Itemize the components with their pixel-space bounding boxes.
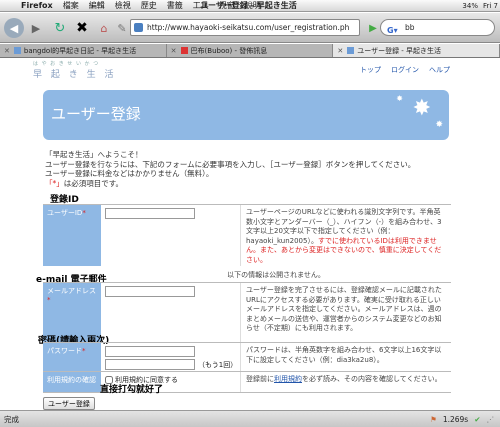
menu-file[interactable]: 檔案 [58,0,84,11]
logo-reading: は や お き せ い か つ [33,61,100,67]
tab-favicon-icon [180,47,188,54]
page-content: は や お き せ い か つ 早 起 き 生 活 トップ ログイン ヘルプ ユ… [0,58,500,410]
tab-bar: ✕ bangdol的早起き日記 - 早起き生活 ✕ 巴布(Buboo) - 發佈… [0,44,500,58]
top-links: トップ ログイン ヘルプ [360,65,450,75]
required-note: は必須項目です。 [63,178,123,188]
register-button[interactable]: ユーザー登録 [43,397,95,410]
tab-favicon-icon [13,47,21,54]
star-icon: ✸ [396,94,403,103]
userid-label: ユーザーID* [43,205,101,266]
forward-icon[interactable]: ▶ [26,18,46,38]
resize-grip-icon[interactable]: ⋰ [487,415,495,424]
password-input[interactable] [105,346,195,357]
search-engine-icon[interactable]: G▾ [387,23,398,38]
search-text: bb [405,23,415,32]
link-login[interactable]: ログイン [391,65,419,75]
page-title: ユーザー登録 [51,105,141,123]
menu-app[interactable]: Firefox [16,1,58,10]
userid-description: ユーザーページのURLなどに使われる識別文字列です。半角英数小文字とアンダーバー… [246,208,442,264]
tab-buboo[interactable]: ✕ 巴布(Buboo) - 發佈訊息 [167,44,334,57]
back-icon[interactable]: ◀ [4,18,24,38]
clock: Fri 7 [482,1,498,10]
tab-label: ユーザー登録 - 早起き生活 [357,46,442,55]
bookmark-icon[interactable]: ✎ [112,18,132,38]
intro-line: ユーザー登録に料金などはかかりません（無料）。 [45,169,214,178]
password-cell: （もう1回） [101,343,241,371]
password-row: パスワード* （もう1回） パスワードは、半角英数字を組み合わせ、6文字以上16… [43,342,451,371]
menu-history[interactable]: 歷史 [136,0,162,11]
tab-label: 巴布(Buboo) - 發佈訊息 [190,46,268,55]
terms-link[interactable]: 利用規約 [274,375,302,383]
password-description: パスワードは、半角英数字を組み合わせ、6文字以上16文字以下に設定してください（… [246,346,442,364]
load-time: 1.269s [442,414,469,424]
logo-text: 早 起 き 生 活 [33,70,117,80]
private-notice: 以下の情報は公開されません。 [227,271,325,279]
search-input[interactable]: G▾ bb [380,19,495,36]
close-icon[interactable]: ✕ [4,47,10,55]
menu-bar: Firefox 檔案 編輯 檢視 歷史 書籤 工具 視窗 說明 ユーザー登録 -… [0,0,500,12]
close-icon[interactable]: ✕ [171,47,177,55]
status-text: 完成 [4,414,19,424]
password-label: パスワード* [43,343,101,371]
terms-label: 利用規約の確認 [43,372,101,392]
email-cell [101,283,241,342]
intro-text: 「早起き生活」へようこそ！ ユーザー登録を行なうには、下記のフォームに必要事項を… [45,150,415,188]
browser-toolbar: ◀ ▶ ↻ ✖ ⌂ ✎ http://www.hayaoki-seikatsu.… [0,13,500,43]
required-mark: 「*」 [45,178,64,188]
intro-line: ユーザー登録を行なうには、下記のフォームに必要事項を入力し、［ユーザー登録］ボタ… [45,159,416,169]
menu-view[interactable]: 檢視 [110,0,136,11]
page-banner: ユーザー登録 ✸ ✸ ✸ [43,90,449,140]
site-logo[interactable]: は や お き せ い か つ 早 起 き 生 活 [33,60,116,80]
addon-icon[interactable]: ⚑ [430,415,437,424]
link-help[interactable]: ヘルプ [429,65,450,75]
url-text: http://www.hayaoki-seikatsu.com/user_reg… [147,23,350,32]
annotation-terms: 直接打勾就好了 [100,385,164,395]
tab-label: bangdol的早起き日記 - 早起き生活 [23,46,137,55]
userid-row: ユーザーID* ユーザーページのURLなどに使われる識別文字列です。半角英数小文… [43,204,451,266]
terms-description: 登録前に利用規約を必ず読み、その内容を確認してください。 [246,375,442,383]
tab-registration[interactable]: ✕ ユーザー登録 - 早起き生活 [333,44,500,57]
link-top[interactable]: トップ [360,65,381,75]
stop-icon[interactable]: ✖ [72,18,92,38]
password-confirm-label: （もう1回） [198,360,238,369]
site-favicon-icon [134,23,143,32]
star-icon: ✸ [412,96,431,121]
userid-input[interactable] [105,208,195,219]
intro-line: 「早起き生活」へようこそ！ [45,150,143,159]
close-icon[interactable]: ✕ [337,47,343,55]
star-icon: ✸ [435,120,443,130]
battery-status: 34% [462,1,478,10]
menu-edit[interactable]: 編輯 [84,0,110,11]
menu-bookmarks[interactable]: 書籤 [162,0,188,11]
email-description: ユーザー登録を完了させるには、登録確認メールに記載されたURLにアクセスする必要… [246,286,442,332]
tab-bangdol[interactable]: ✕ bangdol的早起き日記 - 早起き生活 [0,44,167,57]
tab-favicon-icon [347,47,355,54]
userid-cell [101,205,241,266]
reload-icon[interactable]: ↻ [50,18,70,38]
status-check-icon: ✔ [474,414,481,424]
window-title: ユーザー登録 - 早起き生活 [200,1,297,10]
email-input[interactable] [105,286,195,297]
home-icon[interactable]: ⌂ [94,18,114,38]
status-bar: 完成 ⚑ 1.269s ✔ ⋰ [0,410,500,427]
url-bar[interactable]: http://www.hayaoki-seikatsu.com/user_reg… [130,19,360,36]
password-confirm-input[interactable] [105,359,195,370]
